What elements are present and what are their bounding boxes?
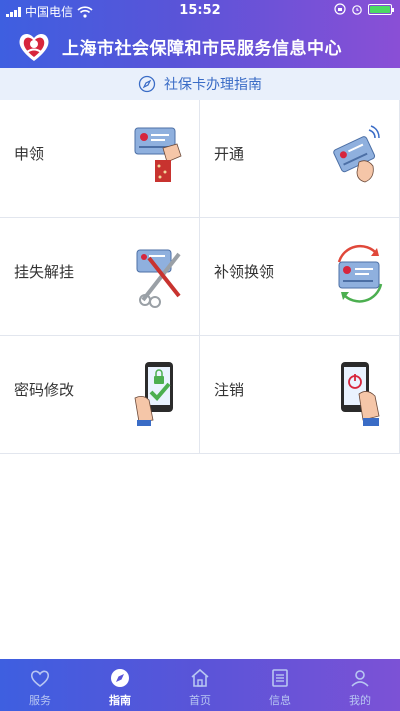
tab-guide[interactable]: 指南: [80, 659, 160, 711]
bottom-tab-bar: 服务 指南 首页 信息 我的: [0, 659, 400, 711]
menu-item-label: 注销: [214, 381, 245, 399]
header-title: 上海市社会保障和市民服务信息中心: [62, 38, 342, 59]
heart-icon: [30, 670, 50, 687]
compass-icon: [138, 75, 156, 93]
card-apply-icon: [134, 127, 182, 182]
tab-service[interactable]: 服务: [0, 659, 80, 711]
tab-home[interactable]: 首页: [160, 659, 240, 711]
tab-label: 信息: [269, 694, 291, 707]
menu-item-cancel[interactable]: 注销: [200, 336, 400, 454]
card-activate-icon: [333, 125, 380, 183]
home-icon: [191, 668, 209, 687]
tab-label: 首页: [189, 694, 211, 707]
menu-item-apply[interactable]: 申领: [0, 100, 200, 218]
menu-item-label: 开通: [214, 145, 245, 163]
menu-item-activate[interactable]: 开通: [200, 100, 400, 218]
tab-mine[interactable]: 我的: [320, 659, 400, 711]
menu-item-password[interactable]: 密码修改: [0, 336, 200, 454]
orientation-lock-icon: [334, 3, 346, 15]
status-bar: 中国电信 15:52: [0, 0, 400, 22]
menu-item-lost[interactable]: 挂失解挂: [0, 218, 200, 336]
compass-icon: [111, 669, 129, 687]
tab-info[interactable]: 信息: [240, 659, 320, 711]
alarm-icon: [352, 5, 362, 15]
menu-item-label: 密码修改: [14, 381, 75, 399]
menu-item-replace[interactable]: 补领换领: [200, 218, 400, 336]
app-header: 上海市社会保障和市民服务信息中心: [0, 24, 400, 68]
tab-label: 服务: [29, 694, 51, 707]
card-lost-icon: [136, 249, 181, 308]
tab-label: 我的: [349, 694, 371, 707]
menu-item-label: 申领: [14, 145, 45, 163]
guide-bar: 社保卡办理指南: [0, 68, 400, 100]
guide-title: 社保卡办理指南: [164, 77, 262, 93]
card-cancel-icon: [341, 362, 380, 426]
tab-label: 指南: [109, 694, 131, 707]
password-change-icon: [134, 362, 173, 426]
top-header: 中国电信 15:52 上海市社会保障和市民服务信息中心: [0, 0, 400, 68]
card-replace-icon: [337, 244, 383, 303]
menu-item-label: 挂失解挂: [14, 263, 75, 281]
logo-icon: [19, 33, 49, 61]
menu-item-label: 补领换领: [214, 263, 275, 281]
list-icon: [272, 669, 288, 687]
battery-icon: [368, 3, 394, 15]
person-icon: [351, 670, 369, 687]
